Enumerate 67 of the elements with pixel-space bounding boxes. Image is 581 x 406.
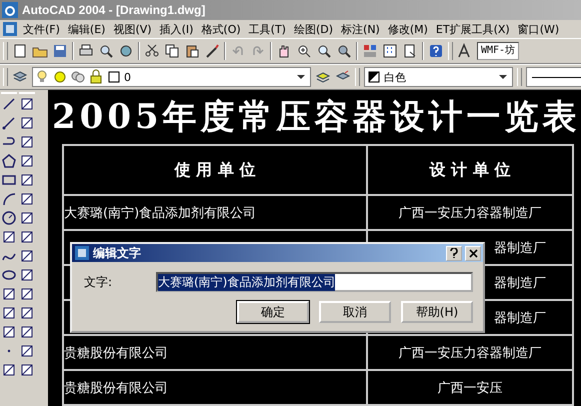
text-style-dropdown[interactable]: WMF-坊 <box>477 42 520 60</box>
padlock-icon <box>88 69 104 85</box>
table-cell-text: 器制造厂 <box>494 240 546 256</box>
copy-icon[interactable] <box>164 43 180 59</box>
color-square-icon <box>106 69 122 85</box>
table-cell-text: 大赛璐(南宁)食品添加剂有限公司 <box>64 204 256 222</box>
help-button[interactable]: 帮助(H) <box>401 301 473 323</box>
table-cell-text: 广西一安压 <box>438 380 502 396</box>
text-label: 文字: <box>84 274 114 290</box>
dialog-title: 编辑文字 <box>93 244 141 262</box>
drawing-title: 2005年度常压容器设计一览表 <box>51 96 581 139</box>
dialog-app-icon <box>74 245 90 261</box>
column-header: 使 用 单 位 <box>64 146 368 194</box>
zoom-previous-icon[interactable] <box>336 43 352 59</box>
window-title: AutoCAD 2004 - [Drawing1.dwg] <box>22 3 206 17</box>
new-file-icon[interactable] <box>12 43 28 59</box>
globe-icon[interactable] <box>118 43 134 59</box>
table-cell-text: 广西一安压力容器制造厂 <box>398 344 542 362</box>
table-cell-text: 贵糖股份有限公司 <box>64 380 168 396</box>
grid-icon[interactable] <box>382 43 398 59</box>
menu-item[interactable]: 修改(M) <box>382 22 431 36</box>
autocad-logo-icon <box>2 2 18 18</box>
help-button[interactable] <box>446 246 462 260</box>
layer-dropdown[interactable]: 0 <box>32 67 311 87</box>
menu-item[interactable]: 工具(T) <box>244 22 289 36</box>
table-cell-text: 器制造厂 <box>494 274 546 292</box>
layer-name: 0 <box>124 70 131 84</box>
question-mark-icon <box>450 248 458 258</box>
table-cell-text: 贵糖股份有限公司 <box>64 344 168 362</box>
zoom-icon[interactable] <box>296 43 312 59</box>
table-cell-text: 器制造厂 <box>494 310 546 326</box>
brush-icon[interactable] <box>204 43 220 59</box>
close-button[interactable] <box>465 246 481 260</box>
sun-icon <box>52 69 68 85</box>
paste-icon[interactable] <box>184 43 200 59</box>
menu-item[interactable]: 视图(V) <box>108 22 155 36</box>
menu-item[interactable]: 格式(O) <box>196 22 244 36</box>
overlapping-circles-icon <box>70 69 86 85</box>
color-dropdown[interactable]: 白色 <box>364 67 513 87</box>
menu-item[interactable]: ET扩展工具(X) <box>430 22 513 36</box>
color-swatch-icon <box>366 69 382 85</box>
table-cell-text: 广西一安压力容器制造厂 <box>398 204 542 222</box>
cancel-button[interactable]: 取消 <box>319 301 391 323</box>
save-icon[interactable] <box>52 43 68 59</box>
menu-item[interactable]: 窗口(W) <box>512 22 562 36</box>
ray-tool-icon[interactable] <box>1 115 17 131</box>
zoom-window-icon[interactable] <box>316 43 332 59</box>
document-menu-icon[interactable] <box>2 21 18 37</box>
color-name: 白色 <box>384 70 406 84</box>
menu-item[interactable]: 文件(F) <box>18 22 63 36</box>
ok-button[interactable]: 确定 <box>237 301 309 323</box>
help-icon[interactable] <box>428 43 444 59</box>
menu-item[interactable]: 标注(N) <box>336 22 383 36</box>
arc-tool-icon[interactable] <box>1 191 17 207</box>
text-input-field[interactable]: 大赛璐(南宁)食品添加剂有限公司 <box>156 272 473 292</box>
scissors-icon[interactable] <box>144 43 160 59</box>
menu-item[interactable]: 插入(I) <box>154 22 196 36</box>
properties-icon[interactable] <box>362 43 378 59</box>
circle-tool-icon[interactable] <box>1 210 17 226</box>
menu-item[interactable]: 编辑(E) <box>62 22 108 36</box>
line-tool-icon[interactable] <box>1 96 17 112</box>
polygon-tool-icon[interactable] <box>1 153 17 169</box>
close-icon <box>468 248 478 258</box>
menu-item[interactable]: 绘图(D) <box>288 22 336 36</box>
column-header: 设 计 单 位 <box>368 146 574 194</box>
document-icon[interactable] <box>402 43 418 59</box>
magnifier-icon[interactable] <box>98 43 114 59</box>
